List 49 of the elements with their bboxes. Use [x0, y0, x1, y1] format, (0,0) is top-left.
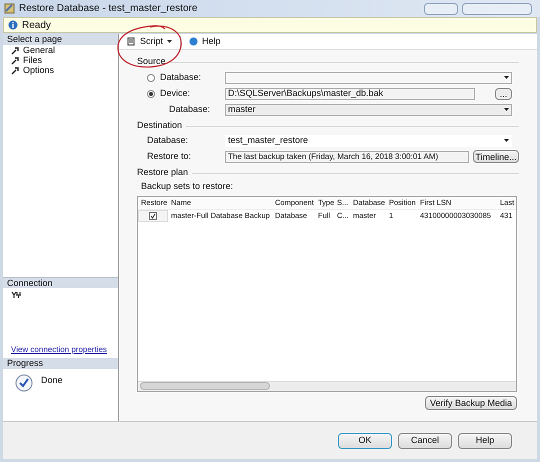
- dialog-button[interactable]: Help: [458, 432, 512, 448]
- plug-icon: [11, 291, 21, 299]
- info-icon: [8, 20, 18, 30]
- caret-icon: [504, 76, 509, 79]
- caret-icon: [167, 40, 172, 43]
- connection-properties-link[interactable]: View connection properties: [3, 344, 118, 356]
- caret-icon: [504, 139, 509, 142]
- restore-checkbox[interactable]: [149, 212, 157, 220]
- verify-backup-media-button[interactable]: Verify Backup Media: [424, 396, 517, 410]
- horizontal-scrollbar[interactable]: [138, 380, 516, 390]
- wrench-icon: [11, 67, 19, 75]
- progress-status: Done: [41, 374, 63, 387]
- radio-label: Device:: [160, 86, 190, 100]
- field-label: Database:: [147, 134, 190, 147]
- timeline-button[interactable]: Timeline...: [473, 150, 519, 163]
- database-dropdown[interactable]: test_master_restore: [225, 134, 512, 146]
- app-icon: [4, 3, 15, 14]
- panel-header: Connection: [3, 277, 118, 288]
- section-title: Source: [137, 55, 166, 68]
- page-item[interactable]: Options: [11, 66, 118, 76]
- radio-button[interactable]: [147, 90, 155, 98]
- check-circle-icon: [15, 374, 33, 392]
- panel-header: Select a page: [3, 34, 118, 45]
- help-button[interactable]: Help: [185, 34, 225, 48]
- database-dropdown[interactable]: master: [225, 104, 512, 116]
- database-dropdown[interactable]: [225, 72, 512, 84]
- field-label: Database:: [168, 102, 212, 116]
- caret-icon: [504, 108, 509, 111]
- script-button[interactable]: Script: [123, 34, 176, 48]
- page-item[interactable]: Files: [11, 56, 118, 66]
- restore-to-field[interactable]: The last backup taken (Friday, March 16, 2018 3:00:01 AM): [225, 150, 469, 162]
- dialog-button[interactable]: OK: [338, 432, 392, 448]
- status-text: Ready: [22, 18, 51, 32]
- help-icon: [189, 37, 198, 46]
- radio-label: Database:: [160, 70, 202, 84]
- dialog-button[interactable]: Cancel: [398, 432, 452, 448]
- window-title: Restore Database - test_master_restore: [19, 2, 198, 16]
- field-label: Restore to:: [147, 150, 192, 163]
- wrench-icon: [11, 57, 19, 65]
- table-caption: Backup sets to restore:: [140, 180, 234, 193]
- document-icon: [127, 37, 136, 46]
- page-item[interactable]: General: [11, 46, 118, 56]
- panel-header: Progress: [3, 358, 118, 369]
- wrench-icon: [11, 47, 19, 55]
- section-title: Destination: [137, 119, 182, 132]
- section-title: Restore plan: [137, 166, 188, 180]
- device-path-field[interactable]: D:\SQLServer\Backups\master_db.bak: [225, 88, 475, 100]
- browse-button[interactable]: ...: [495, 88, 512, 100]
- radio-button[interactable]: [147, 74, 155, 82]
